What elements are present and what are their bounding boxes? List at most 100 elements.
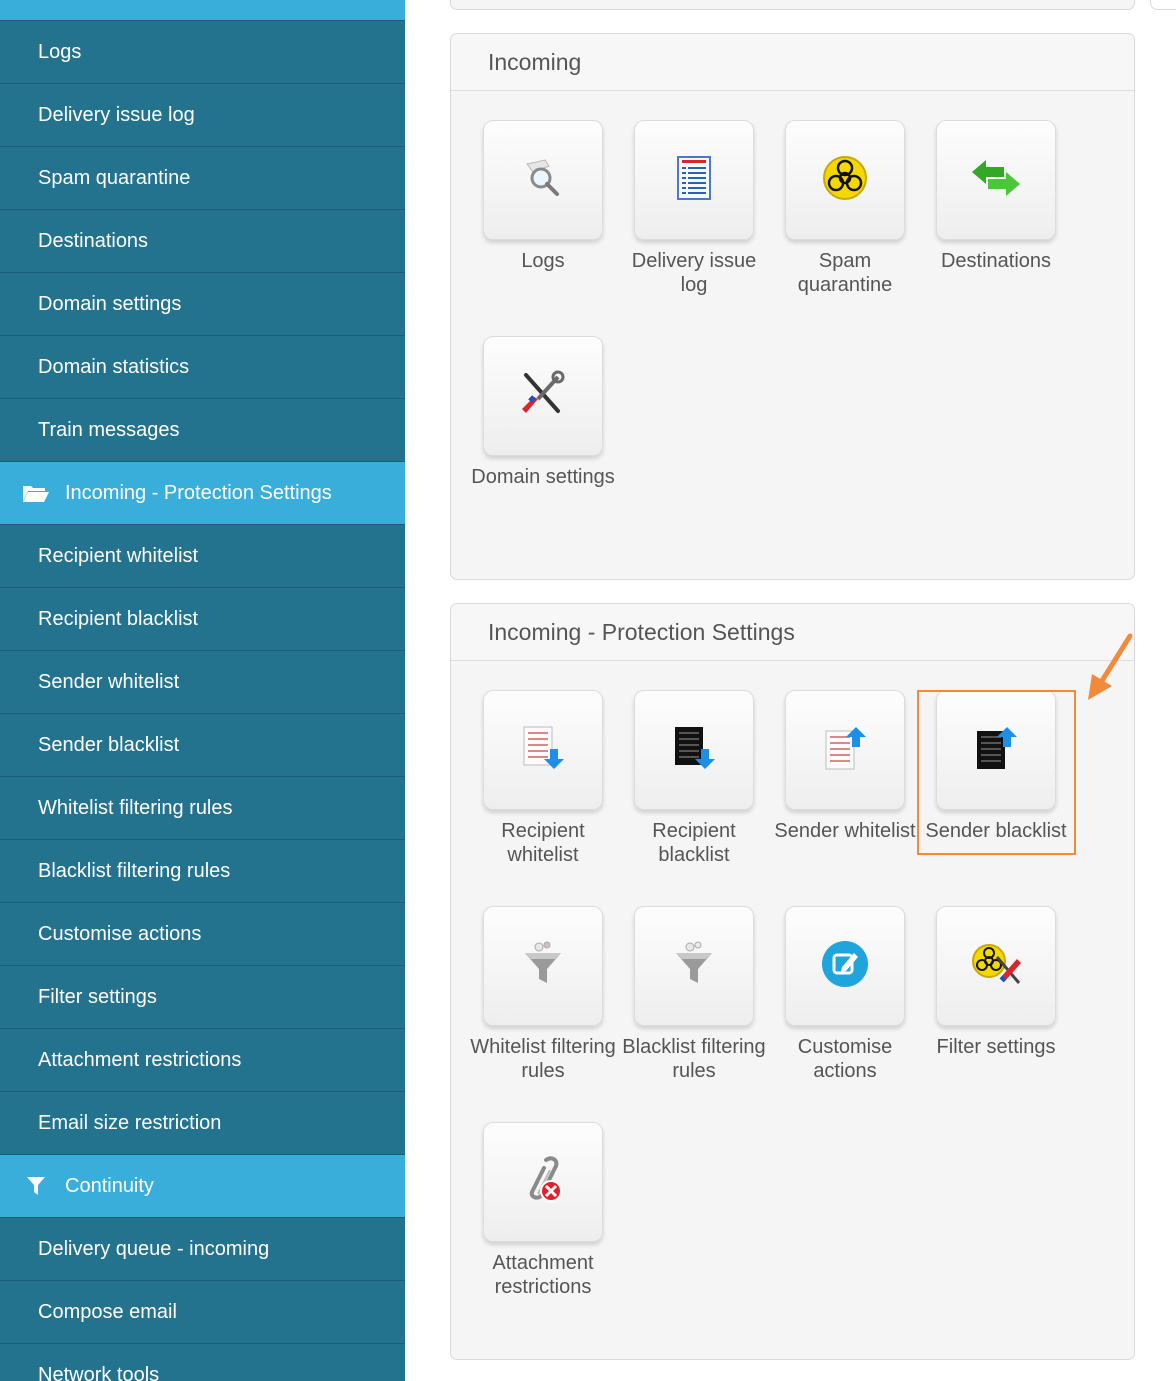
tile-domain-settings[interactable]: Domain settings bbox=[467, 336, 619, 489]
edit-icon bbox=[820, 939, 870, 994]
tile-label: Domain settings bbox=[471, 466, 615, 488]
tile-destinations[interactable]: Destinations bbox=[920, 120, 1072, 273]
tile-delivery-issue-log[interactable]: Delivery issue log bbox=[618, 120, 770, 297]
sidebar-item-label: Filter settings bbox=[38, 985, 157, 1008]
sidebar-item-destinations[interactable]: Destinations bbox=[0, 210, 405, 273]
right-panel-edge bbox=[1150, 0, 1176, 10]
tile-button[interactable] bbox=[483, 120, 603, 240]
sidebar-item-label: Network tools bbox=[38, 1363, 160, 1381]
tile-label: Spam quarantine bbox=[797, 250, 893, 296]
sidebar-item-compose-email[interactable]: Compose email bbox=[0, 1281, 405, 1344]
sidebar-item-email-size-restriction[interactable]: Email size restriction bbox=[0, 1092, 405, 1155]
tile-logs[interactable]: Logs bbox=[467, 120, 619, 273]
sidebar-item-label: Logs bbox=[38, 40, 82, 63]
tile-recipient-blacklist[interactable]: Recipient blacklist bbox=[618, 690, 770, 867]
sidebar-item-recipient-whitelist[interactable]: Recipient whitelist bbox=[0, 525, 405, 588]
whitelist-up-icon bbox=[820, 723, 870, 778]
tile-button[interactable] bbox=[483, 336, 603, 456]
sidebar-item-label: Delivery issue log bbox=[38, 103, 195, 126]
tile-recipient-whitelist[interactable]: Recipient whitelist bbox=[467, 690, 619, 867]
sidebar-item-recipient-blacklist[interactable]: Recipient blacklist bbox=[0, 588, 405, 651]
sidebar-item-sender-blacklist[interactable]: Sender blacklist bbox=[0, 714, 405, 777]
tile-whitelist-filtering-rules[interactable]: Whitelist filtering rules bbox=[467, 906, 619, 1083]
tile-label: Delivery issue log bbox=[631, 250, 757, 296]
tile-label: Whitelist filtering rules bbox=[470, 1036, 616, 1082]
funnel-icon bbox=[672, 939, 716, 994]
sidebar-item-domain-settings[interactable]: Domain settings bbox=[0, 273, 405, 336]
tile-sender-whitelist[interactable]: Sender whitelist bbox=[769, 690, 921, 843]
sidebar-item-sender-whitelist[interactable]: Sender whitelist bbox=[0, 651, 405, 714]
tile-attachment-restrictions[interactable]: Attachment restrictions bbox=[467, 1122, 619, 1299]
sidebar-section-protection-settings[interactable]: Incoming - Protection Settings bbox=[0, 462, 405, 525]
tile-button[interactable] bbox=[483, 1122, 603, 1242]
sidebar-item-train-messages[interactable]: Train messages bbox=[0, 399, 405, 462]
tile-button[interactable] bbox=[936, 120, 1056, 240]
sidebar-section-top[interactable] bbox=[0, 0, 405, 21]
tile-label: Blacklist filtering rules bbox=[622, 1036, 766, 1082]
sidebar-item-label: Delivery queue - incoming bbox=[38, 1237, 270, 1260]
tile-button[interactable] bbox=[785, 120, 905, 240]
sidebar-item-spam-quarantine[interactable]: Spam quarantine bbox=[0, 147, 405, 210]
sidebar-item-label: Sender blacklist bbox=[38, 733, 180, 756]
sidebar-item-label: Blacklist filtering rules bbox=[38, 859, 231, 882]
annotation-arrow-icon bbox=[1088, 633, 1133, 700]
sidebar-item-filter-settings[interactable]: Filter settings bbox=[0, 966, 405, 1029]
paperclip-blocked-icon bbox=[518, 1154, 568, 1211]
highlight-box bbox=[917, 690, 1076, 855]
sidebar-item-label: Attachment restrictions bbox=[38, 1048, 242, 1071]
sidebar-item-label: Spam quarantine bbox=[38, 166, 191, 189]
sidebar-item-label: Sender whitelist bbox=[38, 670, 180, 693]
blacklist-down-icon bbox=[669, 723, 719, 778]
sidebar-item-label: Email size restriction bbox=[38, 1111, 222, 1134]
tile-label: Recipient whitelist bbox=[501, 820, 585, 866]
tile-blacklist-filtering-rules[interactable]: Blacklist filtering rules bbox=[618, 906, 770, 1083]
tile-label: Recipient blacklist bbox=[652, 820, 736, 866]
sidebar: Logs Delivery issue log Spam quarantine … bbox=[0, 0, 405, 1381]
tile-customise-actions[interactable]: Customise actions bbox=[769, 906, 921, 1083]
filter-icon bbox=[22, 1175, 50, 1197]
panel-title: Incoming - Protection Settings bbox=[451, 604, 1134, 661]
sidebar-section-label: Continuity bbox=[65, 1174, 154, 1197]
tile-button[interactable] bbox=[483, 906, 603, 1026]
tile-button[interactable] bbox=[785, 690, 905, 810]
biohazard-tools-icon bbox=[969, 939, 1023, 994]
tile-label: Filter settings bbox=[936, 1036, 1056, 1058]
sidebar-item-blacklist-filtering-rules[interactable]: Blacklist filtering rules bbox=[0, 840, 405, 903]
sidebar-item-delivery-queue-incoming[interactable]: Delivery queue - incoming bbox=[0, 1218, 405, 1281]
tile-button[interactable] bbox=[785, 906, 905, 1026]
sidebar-item-label: Compose email bbox=[38, 1300, 177, 1323]
tile-button[interactable] bbox=[634, 690, 754, 810]
sidebar-item-label: Destinations bbox=[38, 229, 149, 252]
sidebar-item-label: Recipient whitelist bbox=[38, 544, 199, 567]
incoming-panel: Incoming Logs Delivery issue log Spam qu… bbox=[450, 33, 1135, 580]
sidebar-section-continuity[interactable]: Continuity bbox=[0, 1155, 405, 1218]
sidebar-item-logs[interactable]: Logs bbox=[0, 21, 405, 84]
tile-label: Customise actions bbox=[797, 1036, 893, 1082]
sidebar-item-customise-actions[interactable]: Customise actions bbox=[0, 903, 405, 966]
funnel-icon bbox=[521, 939, 565, 994]
sidebar-item-network-tools[interactable]: Network tools bbox=[0, 1344, 405, 1381]
biohazard-icon bbox=[821, 154, 869, 207]
tile-button[interactable] bbox=[634, 906, 754, 1026]
tile-button[interactable] bbox=[936, 906, 1056, 1026]
tile-label: Destinations bbox=[940, 250, 1052, 272]
magnifier-icon bbox=[519, 154, 567, 207]
tile-button[interactable] bbox=[483, 690, 603, 810]
sidebar-item-delivery-issue-log[interactable]: Delivery issue log bbox=[0, 84, 405, 147]
sidebar-item-attachment-restrictions[interactable]: Attachment restrictions bbox=[0, 1029, 405, 1092]
previous-panel-edge bbox=[450, 0, 1135, 10]
sidebar-item-label: Train messages bbox=[38, 418, 180, 441]
sidebar-item-label: Customise actions bbox=[38, 922, 202, 945]
sidebar-item-label: Recipient blacklist bbox=[38, 607, 199, 630]
sidebar-item-domain-statistics[interactable]: Domain statistics bbox=[0, 336, 405, 399]
sidebar-item-whitelist-filtering-rules[interactable]: Whitelist filtering rules bbox=[0, 777, 405, 840]
folder-open-icon bbox=[22, 482, 50, 504]
whitelist-down-icon bbox=[518, 723, 568, 778]
tile-filter-settings[interactable]: Filter settings bbox=[920, 906, 1072, 1059]
sidebar-item-label: Domain settings bbox=[38, 292, 182, 315]
sidebar-section-label: Incoming - Protection Settings bbox=[65, 481, 332, 504]
panel-title: Incoming bbox=[451, 34, 1134, 91]
tile-button[interactable] bbox=[634, 120, 754, 240]
document-list-icon bbox=[670, 153, 718, 208]
tile-spam-quarantine[interactable]: Spam quarantine bbox=[769, 120, 921, 297]
